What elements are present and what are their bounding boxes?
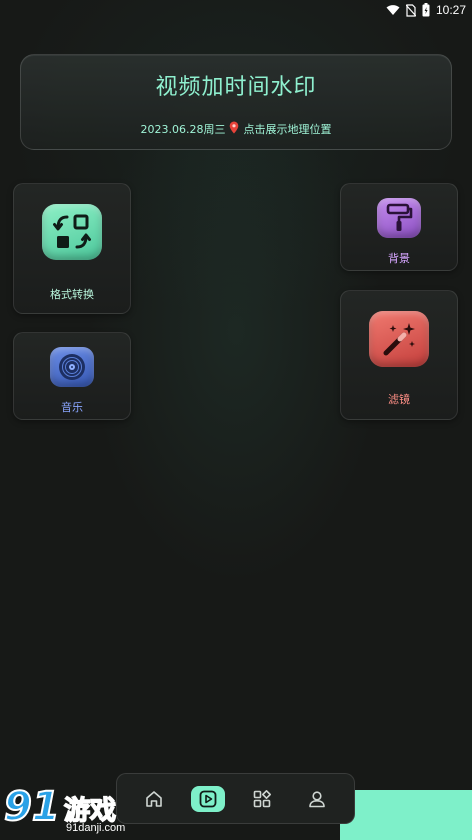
battery-icon xyxy=(422,3,430,17)
page-title: 视频加时间水印 xyxy=(155,75,317,100)
bottom-nav xyxy=(116,773,355,824)
location-prompt[interactable]: 点击展示地理位置 xyxy=(243,121,331,137)
nav-profile[interactable] xyxy=(299,785,335,813)
music-card[interactable]: 音乐 xyxy=(13,332,131,420)
date-text: 2023.06.28周三 xyxy=(140,123,226,136)
music-tile xyxy=(50,347,94,387)
watermark-logo: 91 xyxy=(3,783,61,831)
background-label: 背景 xyxy=(388,252,410,265)
nav-apps[interactable] xyxy=(244,785,280,813)
magic-wand-icon xyxy=(383,323,415,356)
date-location-row[interactable]: 2023.06.28周三 点击展示地理位置 xyxy=(21,121,451,137)
wifi-icon xyxy=(386,5,400,15)
user-icon xyxy=(308,790,325,807)
app-screen: 10:27 视频加时间水印 2023.06.28周三 点击展示地理位置 格式转换… xyxy=(0,0,472,840)
filter-card[interactable]: 滤镜 xyxy=(340,290,458,420)
status-bar: 10:27 xyxy=(0,0,472,20)
format-convert-tile xyxy=(42,204,102,260)
format-convert-label: 格式转换 xyxy=(50,288,94,301)
status-time: 10:27 xyxy=(435,3,466,17)
no-sim-icon xyxy=(405,3,416,17)
watermark-url: 91danji.com xyxy=(66,822,126,834)
apps-icon xyxy=(253,789,271,807)
music-disc-icon xyxy=(59,354,85,380)
background-card[interactable]: 背景 xyxy=(340,183,458,271)
music-label: 音乐 xyxy=(61,401,83,414)
paint-roller-icon xyxy=(386,203,413,231)
header-card[interactable]: 视频加时间水印 2023.06.28周三 点击展示地理位置 xyxy=(20,54,452,150)
play-icon xyxy=(199,790,217,807)
nav-video[interactable] xyxy=(191,785,226,812)
site-watermark: 91 游戏 91danji.com xyxy=(2,783,142,840)
bottom-accent-strip xyxy=(340,790,472,840)
filter-tile xyxy=(369,311,429,367)
background-tile xyxy=(377,198,421,238)
status-icons: 10:27 xyxy=(386,2,466,18)
location-pin-icon xyxy=(229,121,239,137)
format-convert-card[interactable]: 格式转换 xyxy=(13,183,131,314)
home-icon xyxy=(146,790,163,807)
format-convert-icon xyxy=(53,214,91,249)
filter-label: 滤镜 xyxy=(388,393,410,406)
